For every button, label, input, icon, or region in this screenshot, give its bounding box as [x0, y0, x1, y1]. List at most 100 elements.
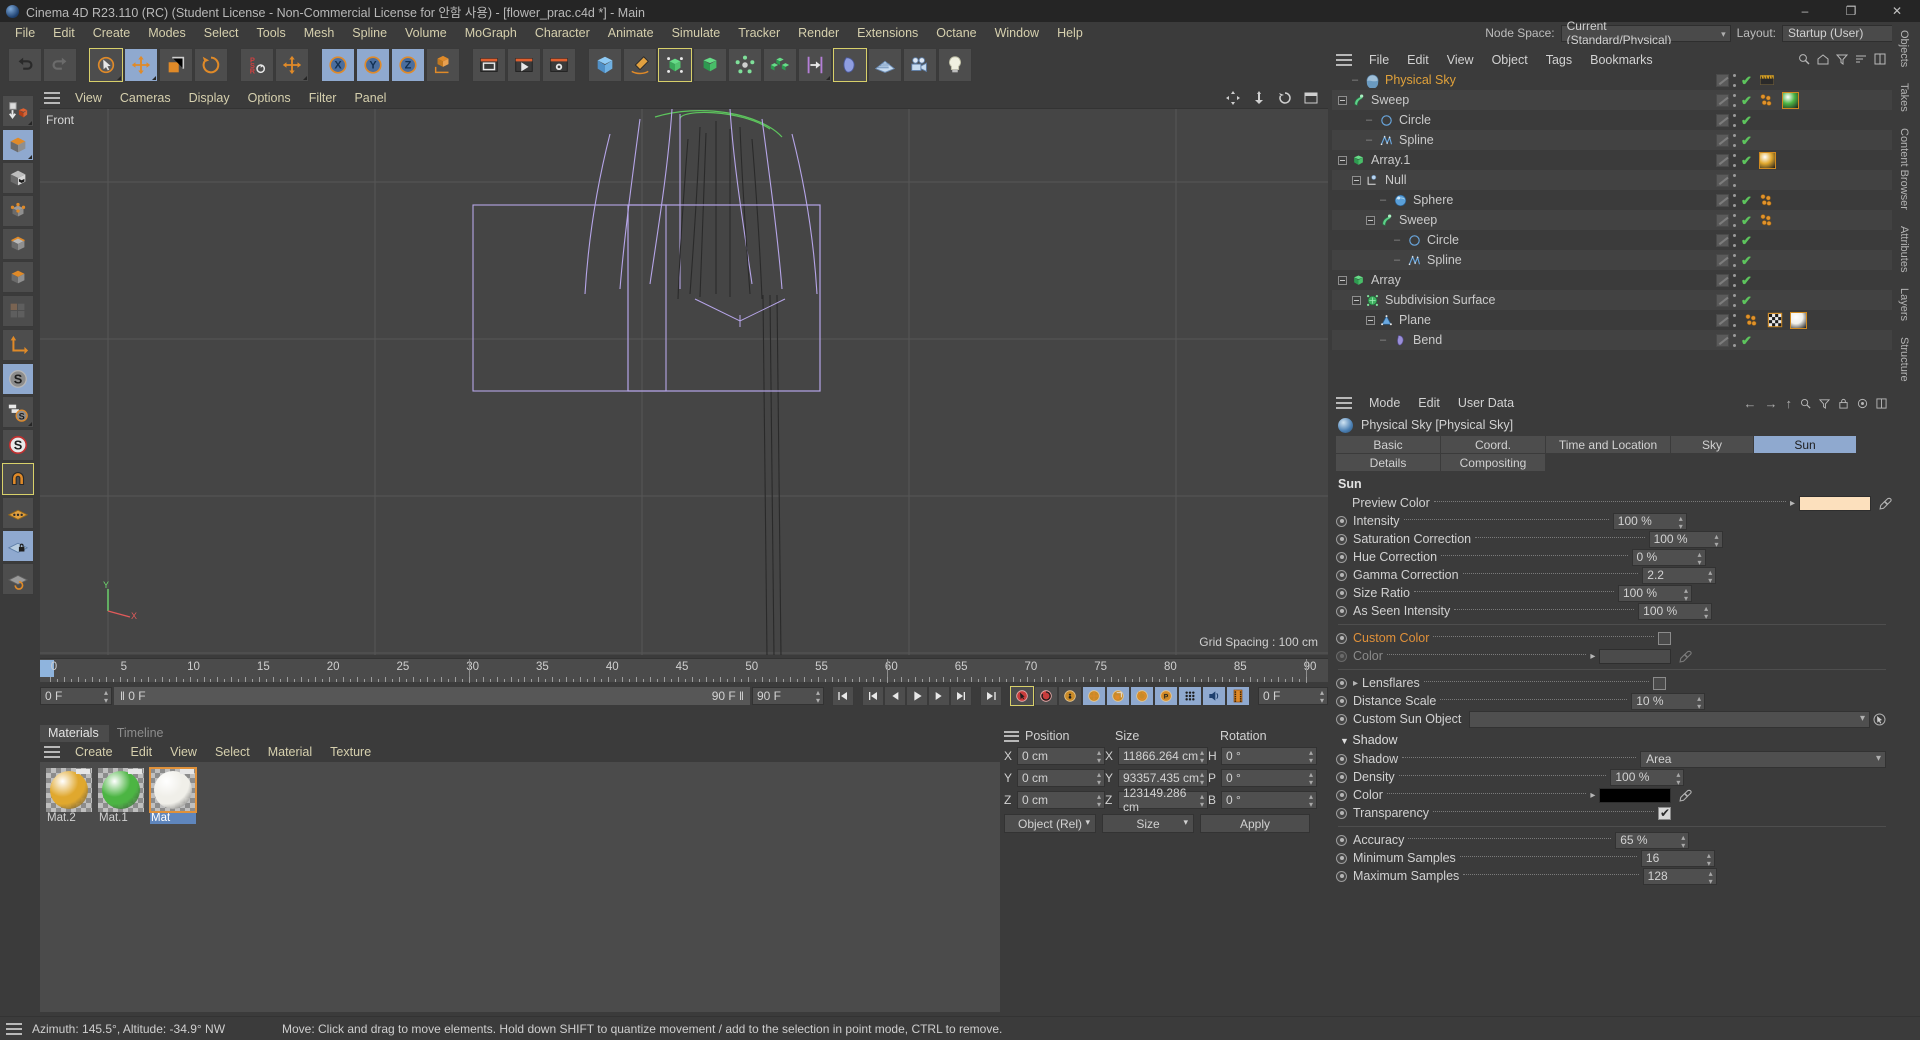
- attr-tab-time-and-location[interactable]: Time and Location: [1546, 436, 1670, 453]
- materials-menu-create[interactable]: Create: [66, 745, 122, 759]
- distance-scale-field[interactable]: 10 % ▴ ▾: [1631, 692, 1706, 711]
- material-tag[interactable]: [1758, 151, 1776, 169]
- sound-button[interactable]: [1202, 686, 1226, 706]
- object-tree-row[interactable]: Sweep ✔: [1332, 90, 1892, 110]
- enable-snap-button[interactable]: S: [2, 363, 34, 395]
- object-layer-box[interactable]: [1716, 233, 1729, 247]
- object-layer-box[interactable]: [1716, 213, 1729, 227]
- sort-icon[interactable]: [1855, 53, 1867, 65]
- enable-check-icon[interactable]: ✔: [1741, 254, 1752, 267]
- enable-check-icon[interactable]: ✔: [1741, 114, 1752, 127]
- shadow-minimum-samples-field[interactable]: 16 ▴ ▾: [1640, 849, 1715, 868]
- gamma-correction-animate-dot[interactable]: [1336, 569, 1347, 581]
- spinner-icon[interactable]: ▴ ▾: [816, 689, 820, 705]
- attribute-hamburger-icon[interactable]: [1336, 397, 1352, 409]
- materials-menu-select[interactable]: Select: [206, 745, 259, 759]
- go-to-start-button[interactable]: [832, 686, 854, 706]
- object-tree-row[interactable]: Subdivision Surface ✔: [1332, 290, 1892, 310]
- as-seen-intensity-animate-dot[interactable]: [1336, 605, 1347, 617]
- object-tree-row[interactable]: – Spline ✔: [1332, 250, 1892, 270]
- saturation-correction-animate-dot[interactable]: [1336, 533, 1347, 545]
- rotation-field[interactable]: 0 ° ▴ ▾: [1221, 769, 1317, 787]
- menu-item-help[interactable]: Help: [1048, 22, 1092, 44]
- object-layer-box[interactable]: [1716, 313, 1729, 327]
- size-ratio-animate-dot[interactable]: [1336, 587, 1347, 599]
- object-tree-row[interactable]: Array ✔: [1332, 270, 1892, 290]
- spinner-icon[interactable]: ▴ ▾: [1097, 771, 1101, 787]
- filter-icon[interactable]: [1819, 398, 1830, 409]
- enable-check-icon[interactable]: ✔: [1741, 234, 1752, 247]
- spinner-icon[interactable]: ▴ ▾: [1715, 532, 1719, 549]
- dock-tab-objects[interactable]: Objects: [1892, 22, 1916, 75]
- next-frame-button[interactable]: [928, 686, 950, 706]
- texture-mode-button[interactable]: [2, 162, 34, 194]
- snap-settings-button[interactable]: S: [2, 396, 34, 428]
- position-field[interactable]: 0 cm ▴ ▾: [1017, 769, 1105, 787]
- object-tree-row[interactable]: – Spline ✔: [1332, 130, 1892, 150]
- expand-icon[interactable]: [1874, 53, 1886, 65]
- dock-tab-attributes[interactable]: Attributes: [1892, 218, 1916, 280]
- move-along-button[interactable]: [798, 48, 832, 82]
- menu-item-spline[interactable]: Spline: [343, 22, 396, 44]
- dropdown-corner-icon[interactable]: [152, 76, 156, 80]
- viewport-menu-cameras[interactable]: Cameras: [111, 91, 180, 105]
- menu-item-tools[interactable]: Tools: [248, 22, 295, 44]
- node-space-select[interactable]: Current (Standard/Physical) ▾: [1560, 19, 1731, 47]
- shadow-accuracy-animate-dot[interactable]: [1336, 834, 1347, 846]
- object-tree-row[interactable]: – Sphere ✔: [1332, 190, 1892, 210]
- distance-scale-animate-dot[interactable]: [1336, 695, 1347, 707]
- timeline-filter-button[interactable]: [1226, 686, 1250, 706]
- tree-expander[interactable]: [1352, 175, 1361, 185]
- object-tree-row[interactable]: – Circle ✔: [1332, 110, 1892, 130]
- workplane-magnet-button[interactable]: [2, 463, 34, 495]
- dropdown-corner-icon[interactable]: [28, 121, 32, 125]
- nurbs-button[interactable]: [658, 48, 692, 82]
- dock-tab-structure[interactable]: Structure: [1892, 329, 1916, 390]
- visibility-dots[interactable]: [1733, 273, 1737, 287]
- spinner-icon[interactable]: ▴ ▾: [1681, 833, 1685, 850]
- object-layer-box[interactable]: [1716, 153, 1729, 167]
- custom-sun-object-field[interactable]: ▾: [1469, 710, 1870, 728]
- maximize-button[interactable]: ❐: [1828, 0, 1874, 22]
- lock-icon[interactable]: [1838, 398, 1849, 409]
- mograph-tag-icon[interactable]: [1759, 212, 1775, 228]
- tree-expander[interactable]: [1352, 295, 1361, 305]
- menu-item-animate[interactable]: Animate: [599, 22, 663, 44]
- dock-tab-takes[interactable]: Takes: [1892, 75, 1916, 120]
- spinner-icon[interactable]: ▴ ▾: [1676, 770, 1680, 787]
- materials-menu-material[interactable]: Material: [259, 745, 321, 759]
- enable-check-icon[interactable]: ✔: [1741, 154, 1752, 167]
- mograph-tag-icon[interactable]: [1759, 92, 1775, 108]
- shadow-density-animate-dot[interactable]: [1336, 771, 1347, 783]
- attr-tab-compositing[interactable]: Compositing: [1441, 454, 1545, 471]
- deformer-button[interactable]: [833, 48, 867, 82]
- scale-key-button[interactable]: [1106, 686, 1130, 706]
- target-icon[interactable]: [1857, 398, 1868, 409]
- dropdown-corner-icon[interactable]: [303, 76, 307, 80]
- object-tree-row[interactable]: – Bend ✔: [1332, 330, 1892, 350]
- lock-x-button[interactable]: X: [321, 48, 355, 82]
- coordinate-hamburger-icon[interactable]: [1004, 730, 1019, 742]
- object-layer-box[interactable]: [1716, 293, 1729, 307]
- preview-range-bar[interactable]: ‖ 0 F 90 F ‖: [114, 687, 750, 705]
- enable-check-icon[interactable]: ✔: [1741, 274, 1752, 287]
- materials-menu-texture[interactable]: Texture: [321, 745, 380, 759]
- render-to-picture-viewer-button[interactable]: [507, 48, 541, 82]
- timeline-start-field[interactable]: 0 F ▴ ▾: [40, 687, 112, 705]
- attr-tab-sky[interactable]: Sky: [1671, 436, 1753, 453]
- menu-item-simulate[interactable]: Simulate: [663, 22, 730, 44]
- enable-check-icon[interactable]: ✔: [1741, 214, 1752, 227]
- lock-z-button[interactable]: Z: [391, 48, 425, 82]
- intensity-animate-dot[interactable]: [1336, 515, 1347, 527]
- object-tree-row[interactable]: Plane: [1332, 310, 1892, 330]
- shadow-maximum-samples-field[interactable]: 128 ▴ ▾: [1642, 867, 1717, 885]
- material-item[interactable]: Mat.1: [98, 768, 144, 824]
- enable-check-icon[interactable]: ✔: [1741, 334, 1752, 347]
- spinner-icon[interactable]: ▴ ▾: [1707, 851, 1711, 868]
- dropdown-corner-icon[interactable]: [826, 76, 830, 80]
- visibility-dots[interactable]: [1733, 73, 1737, 87]
- go-to-end-button[interactable]: [980, 686, 1002, 706]
- spinner-icon[interactable]: ▴ ▾: [104, 689, 108, 705]
- menu-item-window[interactable]: Window: [986, 22, 1048, 44]
- spinner-icon[interactable]: ▴ ▾: [1697, 694, 1701, 711]
